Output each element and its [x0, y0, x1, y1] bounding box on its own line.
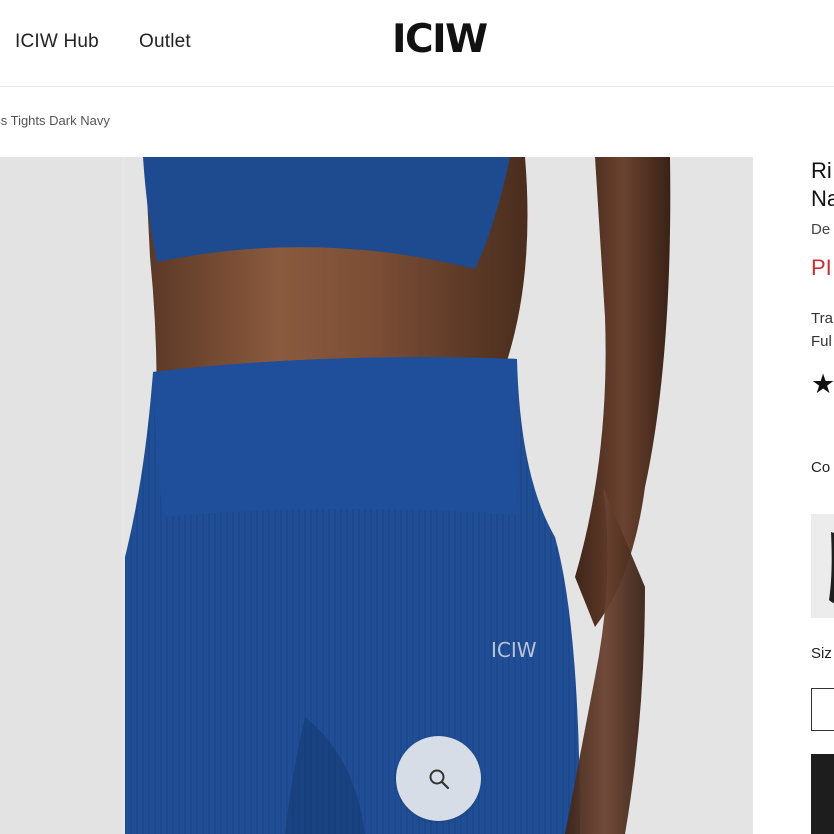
product-image[interactable]: ICIW — [125, 157, 753, 834]
star-icon[interactable]: ★ — [811, 371, 834, 398]
nav-link-iciw-hub[interactable]: ICIW Hub — [15, 31, 99, 53]
tights-brand-mark: ICIW — [491, 638, 537, 662]
breadcrumb: ess Tights Dark Navy — [0, 113, 110, 128]
size-option[interactable] — [811, 688, 834, 731]
size-label: Siz — [811, 645, 832, 662]
product-description: Tra Ful — [811, 310, 833, 350]
color-label: Co — [811, 459, 831, 476]
color-swatch[interactable] — [811, 514, 834, 618]
nav-link-outlet[interactable]: Outlet — [139, 31, 191, 53]
product-info-panel: Ri Na De PI Tra Ful ★ Co Siz — [811, 157, 834, 834]
previous-gallery-image[interactable] — [0, 157, 122, 834]
breadcrumb-current: ess Tights Dark Navy — [0, 113, 110, 128]
product-price: PI — [811, 255, 832, 280]
add-to-cart-button[interactable] — [811, 754, 834, 834]
site-logo[interactable]: ICIW — [392, 20, 488, 59]
zoom-button[interactable] — [396, 736, 481, 821]
site-header: ICIW Hub Outlet ICIW — [0, 0, 834, 87]
product-subtitle: De — [811, 221, 831, 238]
product-title: Ri Na — [811, 158, 834, 211]
search-icon — [429, 769, 449, 789]
